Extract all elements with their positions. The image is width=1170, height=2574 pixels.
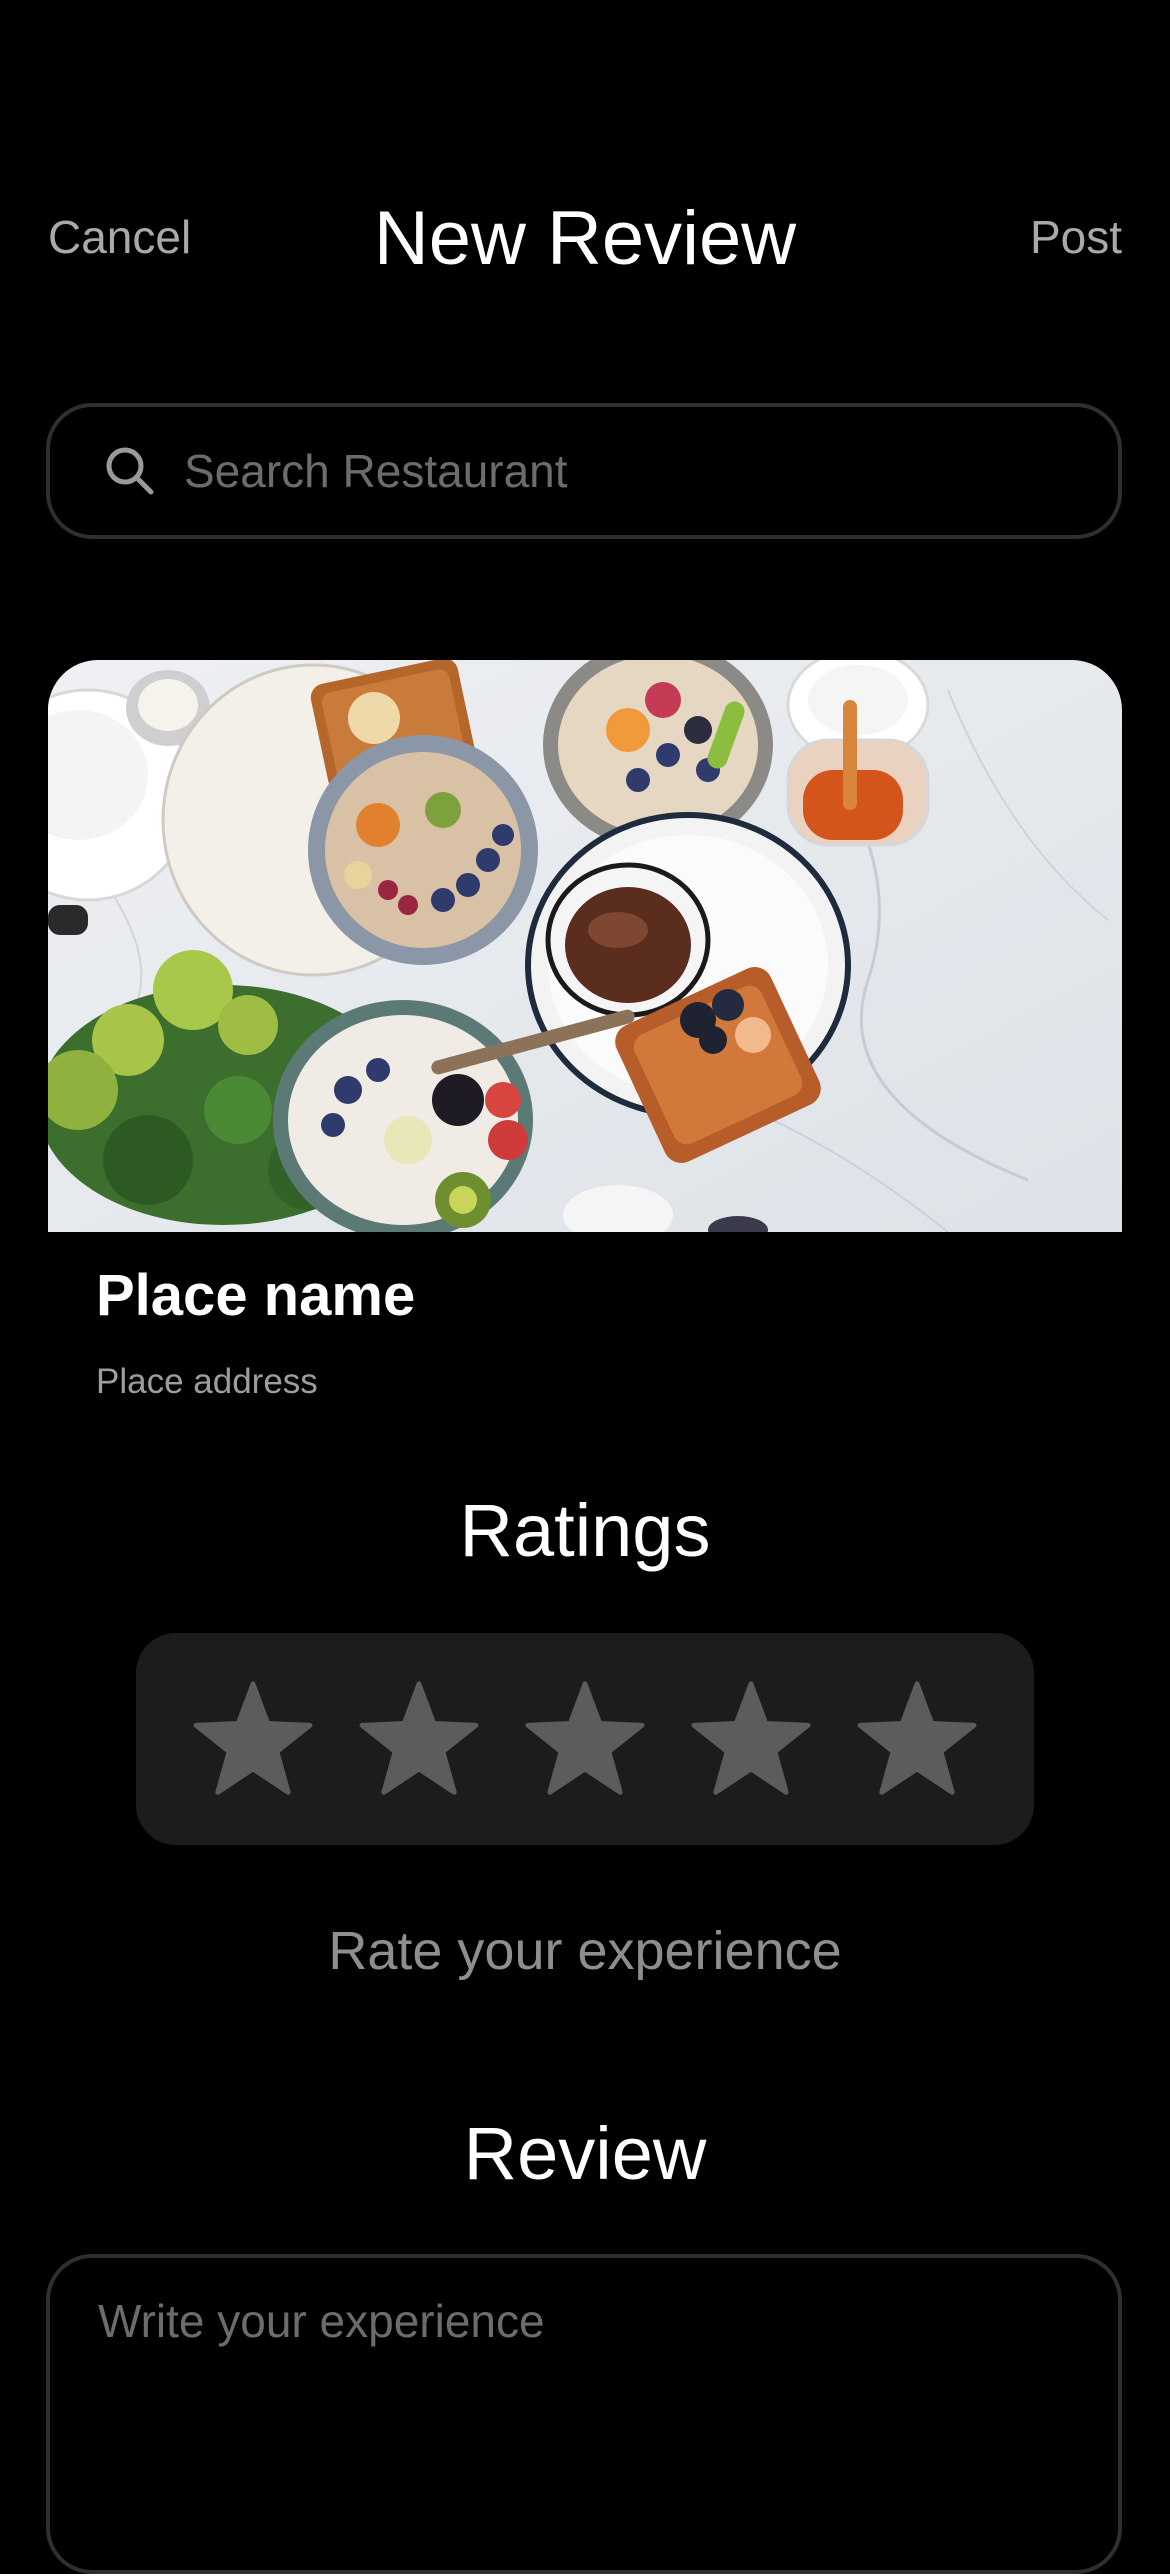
search-field[interactable] <box>46 403 1122 539</box>
place-address: Place address <box>96 1362 318 1401</box>
post-button[interactable]: Post <box>1030 210 1122 264</box>
restaurant-photo <box>48 660 1122 1232</box>
place-name: Place name <box>96 1263 416 1328</box>
review-field[interactable] <box>46 2254 1122 2574</box>
star-icon[interactable] <box>193 1679 313 1799</box>
star-rating[interactable] <box>136 1633 1034 1845</box>
review-heading: Review <box>463 2112 707 2195</box>
review-textarea[interactable] <box>96 2292 1070 2516</box>
page-title: New Review <box>373 196 797 281</box>
star-icon[interactable] <box>359 1679 479 1799</box>
search-icon <box>106 447 154 495</box>
star-icon[interactable] <box>525 1679 645 1799</box>
search-input[interactable] <box>182 406 1118 536</box>
star-icon[interactable] <box>857 1679 977 1799</box>
ratings-heading: Ratings <box>459 1489 711 1572</box>
nav-header: Cancel New Review Post <box>0 0 1170 330</box>
star-icon[interactable] <box>691 1679 811 1799</box>
rating-prompt: Rate your experience <box>328 1921 842 1981</box>
